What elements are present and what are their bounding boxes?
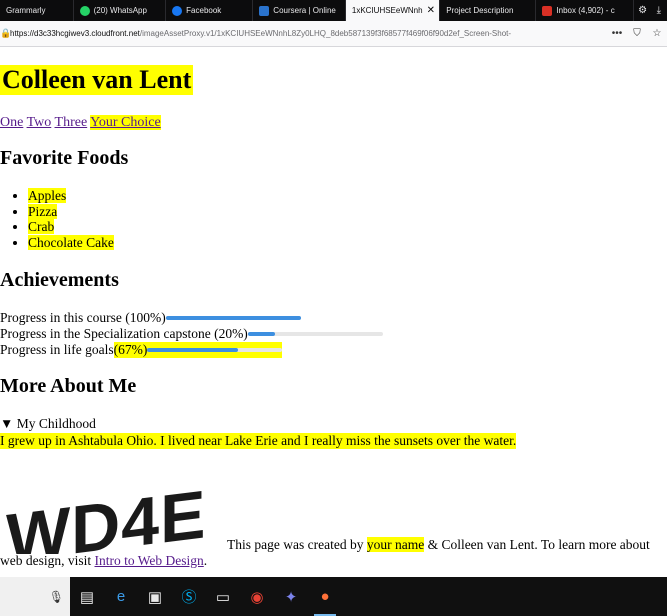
nav-link-three[interactable]: Three — [55, 115, 88, 130]
progress-row-life-goals: Progress in life goals (67%) — [0, 342, 283, 358]
tab-project-description[interactable]: Project Description — [440, 0, 537, 21]
tab-whatsapp[interactable]: (20) WhatsApp — [74, 0, 167, 21]
pocket-icon[interactable]: ⛉ — [627, 28, 647, 39]
tab-coursera[interactable]: Coursera | Online — [253, 0, 346, 21]
your-name: your name — [366, 537, 425, 552]
tab-label: Coursera | Online — [273, 6, 336, 15]
intro-to-web-design-link[interactable]: Intro to Web Design — [95, 553, 204, 568]
progress-label: Progress in life goals — [0, 342, 114, 357]
progress-fill — [147, 348, 238, 352]
achievements-heading: Achievements — [0, 269, 119, 291]
progress-label: Progress in this course (100%) — [0, 310, 166, 325]
tab-label: Project Description — [446, 6, 514, 15]
progress-fill — [165, 316, 301, 320]
list-item: Pizza — [28, 203, 114, 220]
capstone-progress-bar — [247, 332, 383, 336]
firefox-icon[interactable]: ● — [308, 577, 342, 616]
chrome-icon[interactable]: ◉ — [240, 577, 274, 616]
page-title: Colleen van Lent — [0, 65, 194, 95]
browser-tab-bar: Grammarly (20) WhatsApp Facebook Courser… — [0, 0, 667, 21]
page-actions-button[interactable]: ••• — [607, 28, 627, 39]
edge-icon[interactable]: e — [104, 577, 138, 616]
list-item: Chocolate Cake — [28, 234, 114, 251]
gmail-icon — [542, 5, 553, 16]
nav-link-one[interactable]: One — [0, 115, 23, 130]
nav-link-two[interactable]: Two — [27, 115, 52, 130]
progress-row-capstone: Progress in the Specialization capstone … — [0, 326, 383, 342]
list-item: Apples — [28, 188, 114, 204]
search-icon[interactable]: 🎙 — [0, 577, 70, 616]
lock-icon: 🔒 — [0, 28, 12, 38]
tab-label: Grammarly — [6, 6, 46, 15]
coursera-icon — [259, 5, 270, 16]
tab-label: Inbox (4,902) - c — [556, 6, 615, 15]
footer-line-1: This page was created by your name & Col… — [227, 537, 650, 553]
highlighted-progress: (67%) — [113, 342, 283, 358]
tab-facebook[interactable]: Facebook — [166, 0, 254, 21]
favorite-foods-heading: Favorite Foods — [0, 147, 129, 169]
footer-text: This page was created by — [227, 537, 367, 552]
tab-label: Facebook — [186, 6, 222, 15]
course-progress-bar — [165, 316, 301, 320]
download-icon[interactable]: ⤓ — [651, 0, 667, 21]
footer-text: . — [203, 553, 208, 568]
food-item: Pizza — [28, 203, 58, 219]
progress-row-course: Progress in this course (100%) — [0, 310, 301, 326]
tab-grammarly[interactable]: Grammarly — [0, 0, 74, 21]
nav-link-your-choice[interactable]: Your Choice — [90, 115, 161, 130]
food-item: Crab — [28, 219, 55, 234]
food-item: Apples — [28, 188, 67, 203]
logo-text: WD4E — [6, 476, 206, 554]
facebook-icon — [172, 5, 183, 16]
wd4e-logo: WD4E — [6, 476, 206, 554]
foods-list: Apples Pizza Crab Chocolate Cake — [0, 188, 114, 250]
disclosure-triangle-icon: ▼ — [0, 416, 14, 431]
tab-label: (20) WhatsApp — [93, 6, 147, 15]
store-icon[interactable]: ▣ — [138, 577, 172, 616]
taskbar: 🎙 ▤ e ▣ Ⓢ ▭ ◉ ✦ ● — [0, 577, 667, 616]
footer-text: & Colleen van Lent. To learn more about — [424, 537, 650, 552]
childhood-text: I grew up in Ashtabula Ohio. I lived nea… — [0, 433, 517, 449]
address-bar[interactable]: 🔒 https://d3c33hcgiwev3.cloudfront.net/i… — [0, 21, 667, 47]
skype-icon[interactable]: Ⓢ — [172, 577, 206, 616]
details-summary[interactable]: ▼ My Childhood — [0, 416, 96, 432]
nav-links: One Two Three Your Choice — [0, 115, 161, 131]
progress-label: Progress in the Specialization capstone … — [0, 326, 248, 341]
footer-text: web design, visit — [0, 553, 95, 568]
more-about-me-heading: More About Me — [0, 375, 137, 397]
tab-inbox[interactable]: Inbox (4,902) - c — [536, 0, 635, 21]
tab-label: 1xKCIUHSEeWNnh — [351, 6, 423, 15]
url-field[interactable]: https://d3c33hcgiwev3.cloudfront.net/ima… — [10, 29, 607, 38]
task-view-icon[interactable]: ▤ — [70, 577, 104, 616]
progress-fill — [247, 332, 275, 336]
bookmark-star-icon[interactable]: ☆ — [647, 28, 667, 39]
close-tab-icon[interactable]: ✕ — [427, 5, 435, 16]
food-item: Chocolate Cake — [28, 234, 114, 250]
teams-icon[interactable]: ✦ — [274, 577, 308, 616]
progress-percent: (67%) — [113, 342, 148, 357]
terminal-icon[interactable]: ▭ — [206, 577, 240, 616]
summary-label: My Childhood — [16, 416, 96, 431]
footer: WD4E This page was created by your name … — [0, 474, 667, 574]
tab-image-asset[interactable]: 1xKCIUHSEeWNnh ✕ — [345, 0, 441, 21]
list-item: Crab — [28, 219, 114, 235]
web-page: Colleen van Lent One Two Three Your Choi… — [0, 46, 667, 577]
whatsapp-icon — [79, 5, 90, 16]
extension-icon[interactable]: ⚙ — [634, 0, 650, 21]
url-path: /imageAssetProxy.v1/1xKCIUHSEeWNnhL8Zy0L… — [139, 29, 512, 38]
life-goals-progress-bar — [147, 348, 283, 352]
url-host: https://d3c33hcgiwev3.cloudfront.net — [10, 29, 140, 38]
footer-line-2: web design, visit Intro to Web Design. — [0, 553, 207, 569]
